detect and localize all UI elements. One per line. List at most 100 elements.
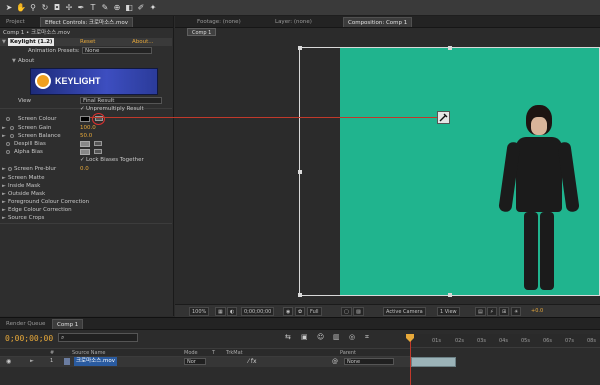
- despill-bias-swatch[interactable]: [80, 141, 90, 147]
- zoom-tool-icon[interactable]: ⚲: [28, 2, 38, 13]
- reset-link[interactable]: Reset: [80, 38, 95, 46]
- resolution-select[interactable]: Full: [307, 307, 322, 316]
- roi-button[interactable]: ▢: [341, 307, 352, 316]
- layer-name[interactable]: 크로마소스.mov: [74, 357, 118, 366]
- comp-mini-flowchart-icon[interactable]: ▣: [301, 333, 308, 341]
- exposure-icon[interactable]: ☀: [511, 307, 522, 316]
- effect-header-row[interactable]: ▼ Keylight (1.2) Reset About...: [0, 38, 172, 46]
- layer-duration-bar[interactable]: [411, 357, 456, 367]
- toggle-pixel-icon[interactable]: ▤: [475, 307, 486, 316]
- eyedropper-icon[interactable]: [94, 141, 102, 146]
- tab-render-queue[interactable]: Render Queue: [2, 319, 49, 329]
- timecode-display[interactable]: 0;00;00;00: [241, 307, 275, 316]
- group-triangle-icon[interactable]: ►: [2, 206, 6, 214]
- about-row[interactable]: ▼ About: [0, 57, 172, 65]
- screen-preblur-triangle-icon[interactable]: ►: [2, 165, 6, 173]
- stopwatch-icon[interactable]: [6, 117, 10, 121]
- group-label: Outside Mask: [8, 191, 46, 197]
- flowchart-icon[interactable]: ⊞: [499, 307, 510, 316]
- about-triangle-icon[interactable]: ▼: [12, 57, 16, 65]
- screen-gain-row: ► Screen Gain 100.0: [0, 124, 172, 132]
- frame-blend-icon[interactable]: ▥: [333, 333, 340, 341]
- grid-button[interactable]: ▦: [215, 307, 226, 316]
- time-ruler[interactable]: 01s 02s 03s 04s 05s 06s 07s 08s: [410, 334, 600, 348]
- graph-editor-icon[interactable]: ⌗: [365, 333, 369, 342]
- fast-preview-icon[interactable]: ⚡: [487, 307, 497, 316]
- view-select[interactable]: Final Result: [80, 97, 162, 104]
- tab-comp-1[interactable]: Comp 1: [52, 319, 84, 329]
- selection-tool-icon[interactable]: ➤: [4, 2, 14, 13]
- draft-3d-icon[interactable]: ⇆: [285, 333, 291, 341]
- transparency-button[interactable]: ▨: [353, 307, 364, 316]
- type-tool-icon[interactable]: T: [88, 2, 98, 13]
- alpha-bias-swatch[interactable]: [80, 149, 90, 155]
- stopwatch-icon[interactable]: [8, 167, 12, 171]
- layer-switches[interactable]: ⁄ fx: [248, 358, 257, 365]
- pen-tool-icon[interactable]: ✒: [76, 2, 86, 13]
- about-label: About: [18, 58, 35, 64]
- camera-select[interactable]: Active Camera: [383, 307, 426, 316]
- group-triangle-icon[interactable]: ►: [2, 182, 6, 190]
- puppet-tool-icon[interactable]: ✦: [148, 2, 158, 13]
- shy-icon[interactable]: ☺: [317, 333, 324, 341]
- tab-footage[interactable]: Footage: (none): [193, 17, 245, 27]
- hand-tool-icon[interactable]: ✋: [16, 2, 26, 13]
- unpremultiply-checkbox[interactable]: ✓: [80, 105, 85, 113]
- snapshot-icon[interactable]: ◉: [283, 307, 294, 316]
- group-triangle-icon[interactable]: ►: [2, 190, 6, 198]
- group-triangle-icon[interactable]: ►: [2, 174, 6, 182]
- tab-effect-controls[interactable]: Effect Controls: 크로마소스.mov: [40, 17, 133, 27]
- layer-mode-select[interactable]: Nor: [184, 358, 206, 365]
- exposure-value[interactable]: +0.0: [531, 308, 543, 314]
- stopwatch-icon[interactable]: [6, 142, 10, 146]
- tab-layer[interactable]: Layer: (none): [271, 17, 316, 27]
- rotate-tool-icon[interactable]: ↻: [40, 2, 50, 13]
- stopwatch-icon[interactable]: [10, 126, 14, 130]
- group-edge-colour-correction[interactable]: ► Edge Colour Correction: [0, 206, 172, 214]
- group-triangle-icon[interactable]: ►: [2, 198, 6, 206]
- mask-button[interactable]: ◐: [227, 307, 238, 316]
- group-screen-matte[interactable]: ► Screen Matte: [0, 174, 172, 182]
- group-source-crops[interactable]: ► Source Crops: [0, 214, 172, 222]
- layer-row[interactable]: ◉ ► 1 크로마소스.mov Nor ⁄ fx @ None: [0, 357, 410, 367]
- stopwatch-icon[interactable]: [10, 134, 14, 138]
- tab-project[interactable]: Project: [2, 17, 29, 27]
- animation-presets-select[interactable]: None: [82, 47, 152, 54]
- tab-composition[interactable]: Composition: Comp 1: [343, 17, 413, 27]
- visibility-eye-icon[interactable]: ◉: [6, 358, 11, 365]
- group-foreground-colour-correction[interactable]: ► Foreground Colour Correction: [0, 198, 172, 206]
- stopwatch-icon[interactable]: [6, 150, 10, 154]
- screen-balance-value[interactable]: 50.0: [80, 132, 92, 140]
- views-select[interactable]: 1 View: [437, 307, 460, 316]
- layer-bounding-box[interactable]: [298, 46, 600, 297]
- camera-tool-icon[interactable]: ◘: [52, 2, 62, 13]
- screen-colour-swatch[interactable]: [80, 116, 90, 122]
- clone-tool-icon[interactable]: ⊕: [112, 2, 122, 13]
- group-triangle-icon[interactable]: ►: [2, 214, 6, 222]
- parent-select[interactable]: None: [344, 358, 394, 365]
- effect-name[interactable]: Keylight (1.2): [8, 38, 55, 46]
- expand-layer-icon[interactable]: ►: [30, 358, 34, 364]
- timeline-search-input[interactable]: ⌕: [58, 333, 138, 342]
- screen-gain-triangle-icon[interactable]: ►: [2, 124, 6, 132]
- zoom-select[interactable]: 100%: [189, 307, 210, 316]
- channel-icon[interactable]: ✿: [295, 307, 306, 316]
- roto-tool-icon[interactable]: ✐: [136, 2, 146, 13]
- group-outside-mask[interactable]: ► Outside Mask: [0, 190, 172, 198]
- pan-behind-tool-icon[interactable]: ✢: [64, 2, 74, 13]
- expand-triangle-icon[interactable]: ▼: [2, 38, 6, 46]
- lock-biases-checkbox[interactable]: ✓: [80, 156, 85, 164]
- motion-blur-icon[interactable]: ◎: [349, 333, 355, 341]
- screen-balance-triangle-icon[interactable]: ►: [2, 132, 6, 140]
- ruler-tick: 08s: [587, 338, 596, 344]
- about-link[interactable]: About...: [132, 38, 154, 46]
- comp-tab-button[interactable]: Comp 1: [187, 28, 217, 36]
- screen-gain-value[interactable]: 100.0: [80, 124, 96, 132]
- screen-preblur-value[interactable]: 0.0: [80, 165, 89, 173]
- eyedropper-icon[interactable]: [94, 149, 102, 154]
- parent-pickwhip-icon[interactable]: @: [332, 358, 338, 365]
- eraser-tool-icon[interactable]: ◧: [124, 2, 134, 13]
- brush-tool-icon[interactable]: ✎: [100, 2, 110, 13]
- timeline-timecode[interactable]: 0;00;00;00: [5, 334, 53, 343]
- group-inside-mask[interactable]: ► Inside Mask: [0, 182, 172, 190]
